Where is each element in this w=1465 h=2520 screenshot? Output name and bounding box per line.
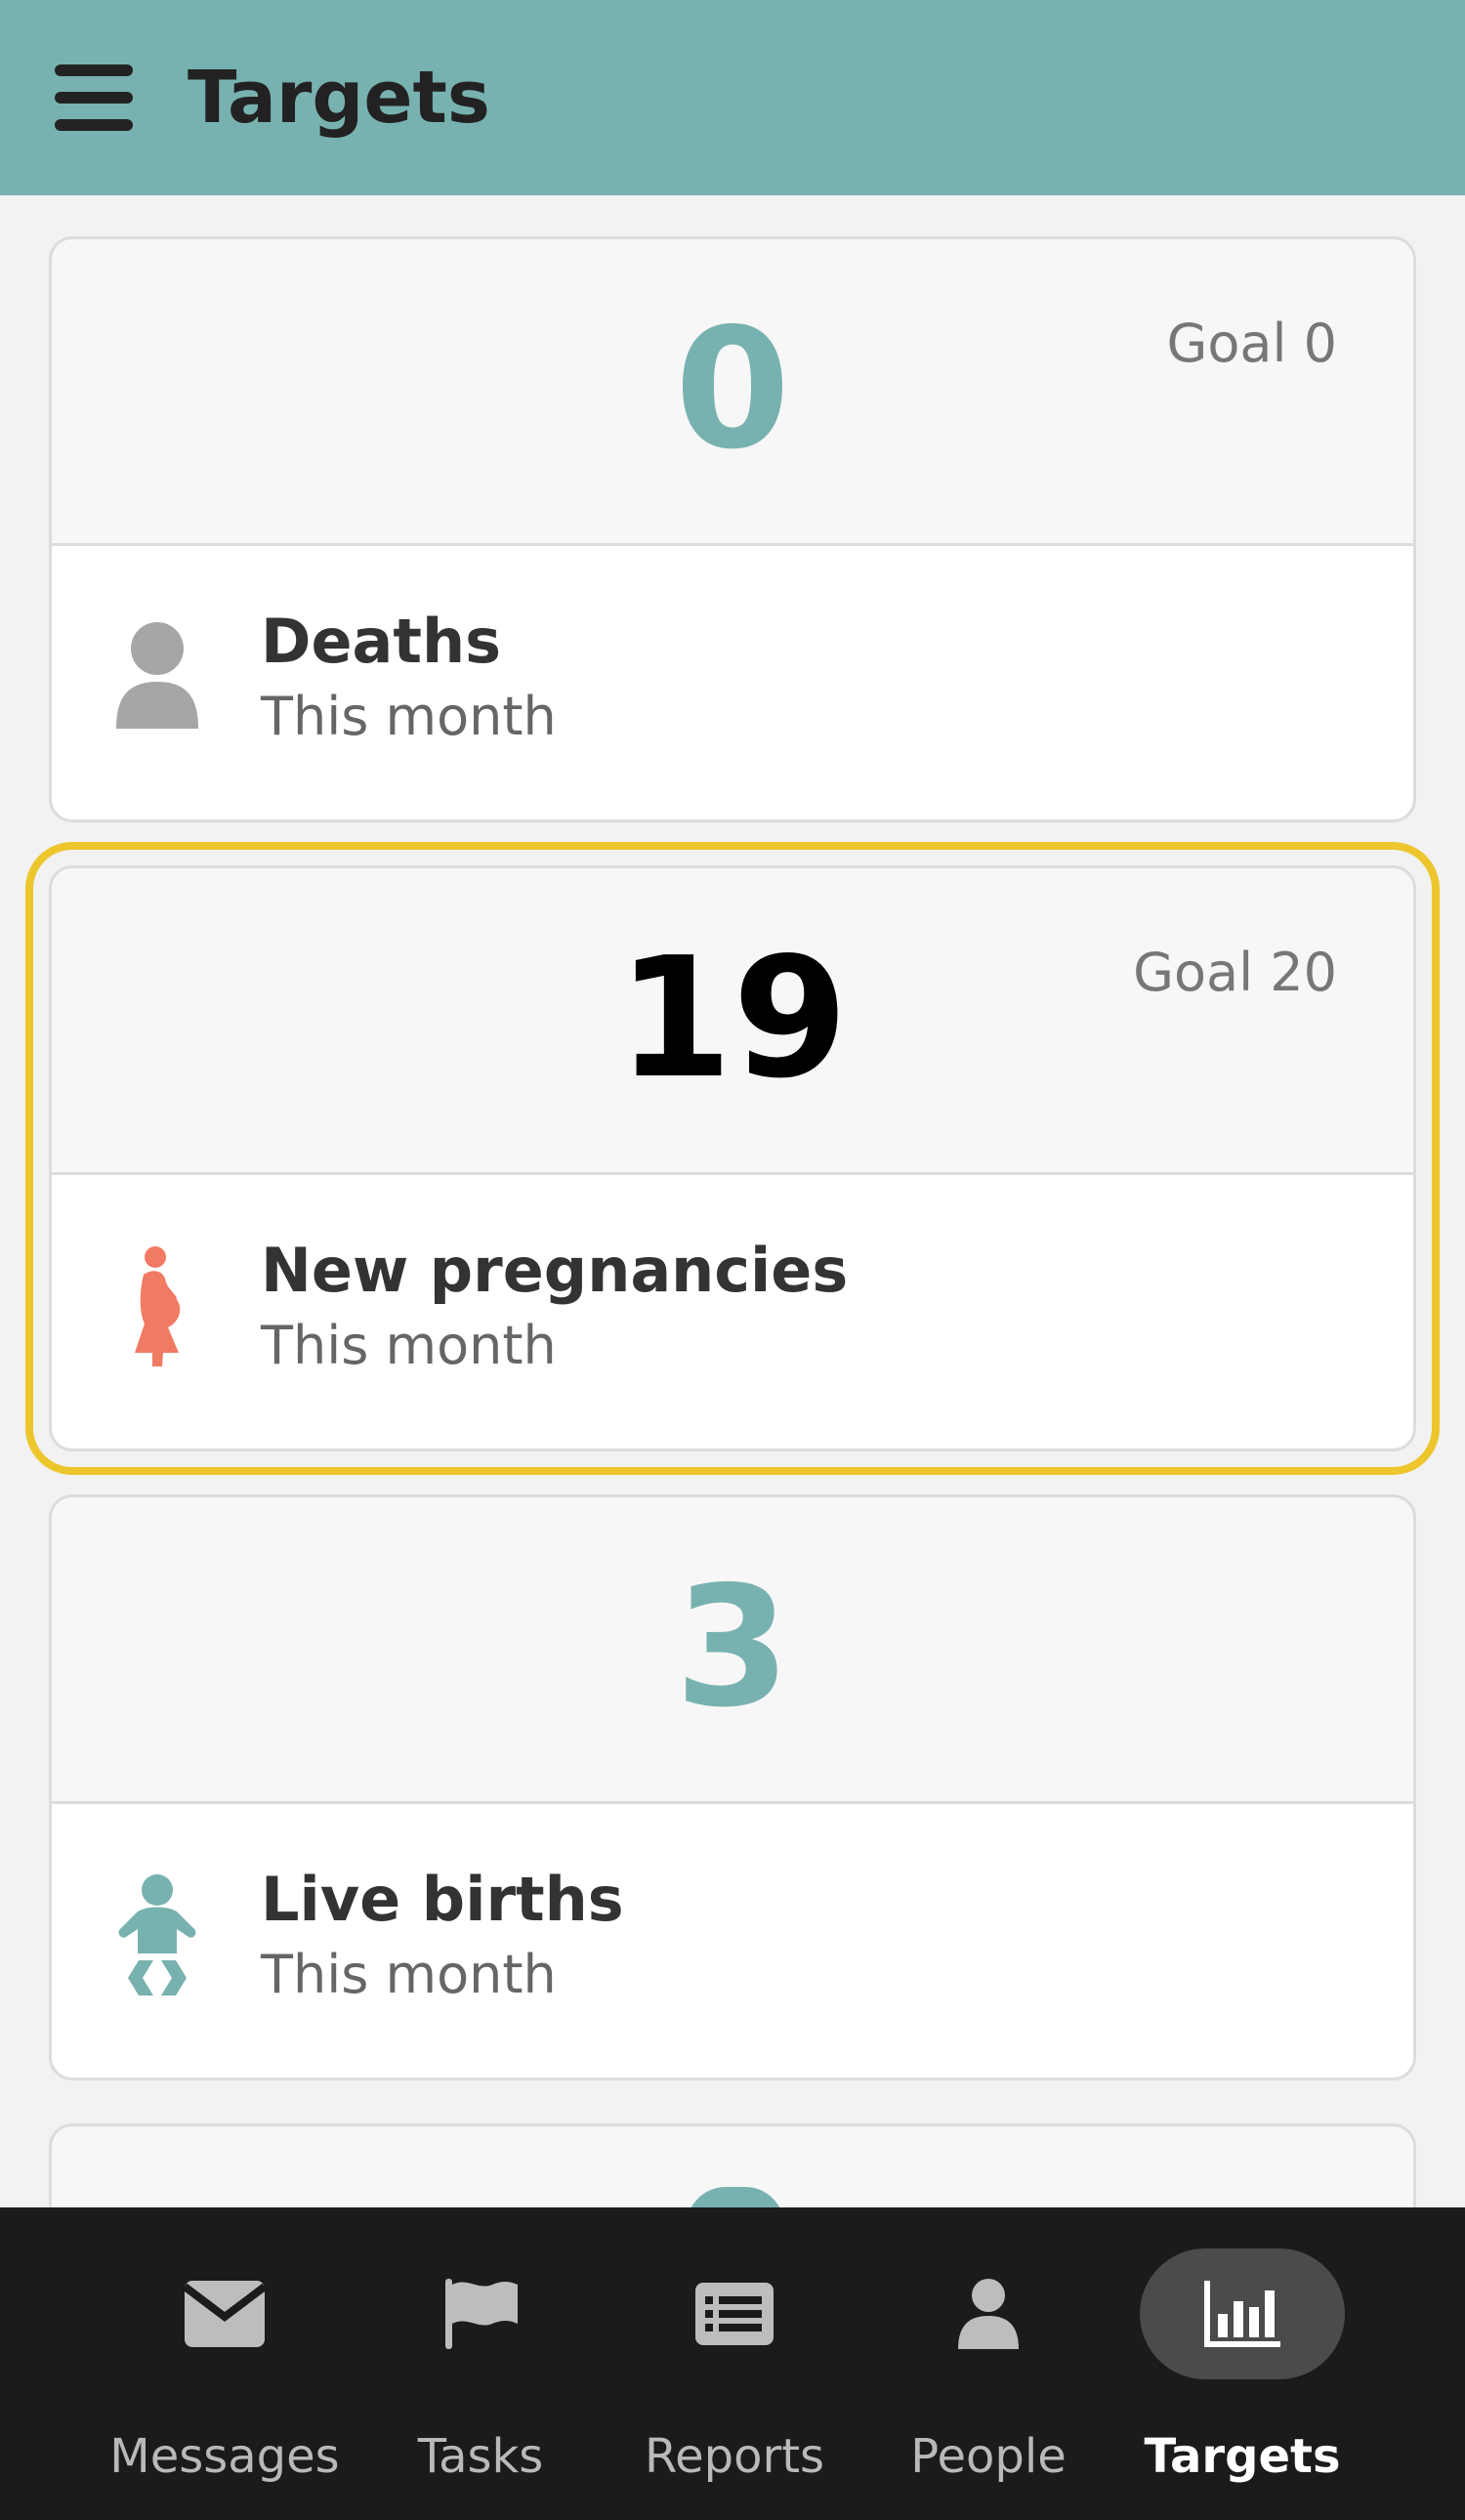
person-icon (116, 622, 198, 729)
target-goal: Goal 20 (1133, 942, 1337, 1003)
nav-label: Reports (644, 2429, 825, 2484)
menu-bar-icon (55, 119, 133, 131)
nav-label: Tasks (417, 2429, 544, 2484)
bottom-navigation: Messages Tasks Reports People Targets (0, 2207, 1465, 2520)
target-value-panel: 19 Goal 20 (52, 868, 1413, 1175)
nav-label: People (910, 2429, 1067, 2484)
nav-icon-container (632, 2248, 837, 2379)
nav-tasks[interactable]: Tasks (363, 2207, 598, 2520)
hamburger-menu-icon[interactable] (55, 63, 133, 133)
pregnant-woman-icon (135, 1246, 181, 1366)
nav-icon-container (122, 2248, 327, 2379)
target-value-fragment (687, 2187, 784, 2207)
target-card-deaths[interactable]: 0 Goal 0 Deaths This month (49, 236, 1416, 822)
nav-label: Messages (109, 2429, 340, 2484)
target-period: This month (261, 686, 557, 747)
nav-icon-container (378, 2248, 583, 2379)
bar-chart-icon (1204, 2281, 1280, 2347)
flag-icon (445, 2279, 518, 2349)
target-details: New pregnancies This month (52, 1175, 1413, 1447)
nav-label: Targets (1144, 2429, 1341, 2484)
nav-targets[interactable]: Targets (1125, 2207, 1360, 2520)
target-title: Deaths (261, 606, 502, 677)
menu-bar-icon (55, 64, 133, 76)
envelope-icon (182, 2281, 268, 2347)
targets-screen: Targets 0 Goal 0 Deaths This month 19 Go… (0, 0, 1465, 2520)
target-details: Deaths This month (52, 546, 1413, 818)
list-icon (695, 2283, 774, 2345)
menu-bar-icon (55, 92, 133, 104)
target-list: 0 Goal 0 Deaths This month 19 Goal 20 Ne… (0, 195, 1465, 2207)
target-title: Live births (261, 1864, 624, 1935)
nav-messages[interactable]: Messages (107, 2207, 342, 2520)
nav-people[interactable]: People (871, 2207, 1106, 2520)
target-value-panel: 0 Goal 0 (52, 239, 1413, 546)
nav-icon-container (886, 2248, 1091, 2379)
target-title: New pregnancies (261, 1235, 849, 1306)
baby-icon (118, 1874, 196, 1995)
page-title: Targets (188, 56, 490, 140)
target-card-new-pregnancies[interactable]: 19 Goal 20 New pregnancies This month (25, 842, 1440, 1475)
target-card-live-births[interactable]: 3 Live births This month (49, 1494, 1416, 2080)
nav-icon-container (1140, 2248, 1345, 2379)
person-icon (958, 2279, 1019, 2349)
target-card-partial[interactable] (49, 2123, 1416, 2207)
nav-reports[interactable]: Reports (617, 2207, 852, 2520)
target-goal: Goal 0 (1166, 313, 1338, 374)
target-details: Live births This month (52, 1804, 1413, 2076)
target-value: 3 (674, 1551, 791, 1744)
target-value-panel: 3 (52, 1497, 1413, 1804)
target-period: This month (261, 1944, 557, 2005)
target-period: This month (261, 1315, 557, 1376)
app-header: Targets (0, 0, 1465, 195)
